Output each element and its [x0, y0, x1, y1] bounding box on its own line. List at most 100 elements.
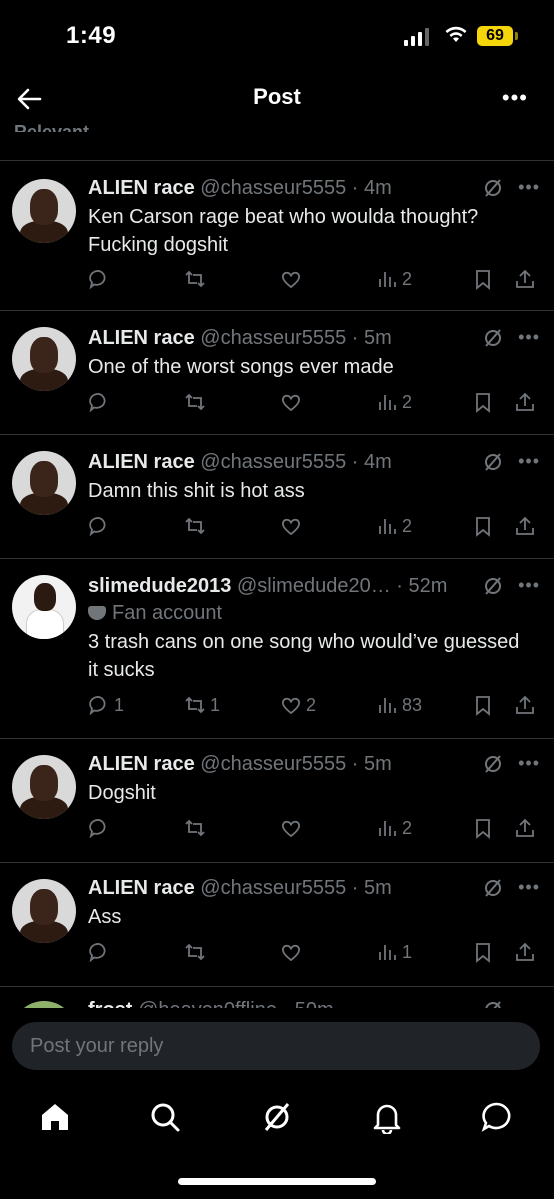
- views-button[interactable]: 2: [376, 817, 412, 839]
- reply-count: 1: [114, 694, 125, 715]
- home-icon[interactable]: [38, 1100, 72, 1134]
- repost-icon: [185, 696, 205, 714]
- author-handle-time[interactable]: @chasseur5555 · 5m: [200, 327, 392, 349]
- repost-button[interactable]: [184, 941, 210, 963]
- author-handle-time[interactable]: @slimedude20… · 52m: [237, 575, 447, 597]
- author-handle-time[interactable]: @chasseur5555 · 5m: [200, 753, 392, 775]
- share-button[interactable]: [514, 817, 536, 839]
- reply-button[interactable]: 1: [88, 694, 124, 716]
- like-button[interactable]: [280, 941, 306, 963]
- author-name[interactable]: ALIEN race: [88, 177, 195, 199]
- author-name[interactable]: ALIEN race: [88, 877, 195, 899]
- reply-button[interactable]: [88, 817, 114, 839]
- heart-icon: [282, 697, 300, 715]
- views-button[interactable]: 2: [376, 515, 412, 537]
- reply-tweet[interactable]: slimedude2013 @slimedude20… · 52m ••• Fa…: [0, 559, 554, 737]
- repost-button[interactable]: [184, 268, 210, 290]
- more-icon[interactable]: •••: [518, 753, 540, 774]
- views-button[interactable]: 1: [376, 941, 412, 963]
- more-icon[interactable]: •••: [518, 877, 540, 898]
- bookmark-button[interactable]: [472, 268, 494, 290]
- views-button[interactable]: 2: [376, 268, 412, 290]
- reply-tweet[interactable]: ALIEN race @chasseur5555 · 5m ••• One of…: [0, 311, 554, 433]
- sort-relevant-label[interactable]: Relevant: [14, 112, 89, 132]
- view-count: 2: [402, 515, 413, 536]
- notifications-bell-icon[interactable]: [370, 1100, 404, 1134]
- tweet-text: Dogshit: [88, 782, 156, 804]
- avatar[interactable]: [12, 879, 76, 943]
- repost-icon: [185, 943, 205, 961]
- author-handle-time[interactable]: @chasseur5555 · 4m: [200, 451, 392, 473]
- share-button[interactable]: [514, 268, 536, 290]
- grok-icon[interactable]: [482, 177, 504, 199]
- avatar[interactable]: [12, 755, 76, 819]
- more-icon[interactable]: •••: [518, 327, 540, 348]
- bookmark-button[interactable]: [472, 391, 494, 413]
- bookmark-icon: [476, 819, 490, 839]
- bookmark-button[interactable]: [472, 515, 494, 537]
- repost-button[interactable]: [184, 515, 210, 537]
- bookmark-icon: [476, 943, 490, 963]
- avatar[interactable]: [12, 451, 76, 515]
- like-button[interactable]: [280, 515, 306, 537]
- grok-icon[interactable]: [482, 327, 504, 349]
- grok-icon[interactable]: [482, 753, 504, 775]
- analytics-icon: [379, 272, 396, 287]
- grok-icon[interactable]: [482, 575, 504, 597]
- battery-indicator: 69: [477, 26, 513, 46]
- analytics-icon: [379, 395, 396, 410]
- author-handle-time[interactable]: @chasseur5555 · 4m: [200, 177, 392, 199]
- more-options-icon[interactable]: •••: [502, 85, 528, 111]
- avatar[interactable]: [12, 575, 76, 639]
- reply-button[interactable]: [88, 268, 114, 290]
- like-button[interactable]: 2: [280, 694, 316, 716]
- reply-tweet[interactable]: ALIEN race @chasseur5555 · 4m ••• Damn t…: [0, 435, 554, 557]
- grok-icon[interactable]: [482, 877, 504, 899]
- messages-icon[interactable]: [480, 1100, 514, 1134]
- share-button[interactable]: [514, 391, 536, 413]
- repost-button[interactable]: 1: [184, 694, 220, 716]
- reply-button[interactable]: [88, 941, 114, 963]
- author-name[interactable]: ALIEN race: [88, 451, 195, 473]
- author-name[interactable]: slimedude2013: [88, 575, 231, 597]
- more-icon[interactable]: •••: [518, 575, 540, 596]
- grok-icon[interactable]: [260, 1100, 294, 1134]
- more-icon[interactable]: •••: [518, 451, 540, 472]
- reply-tweet[interactable]: ALIEN race @chasseur5555 · 5m ••• Ass 1: [0, 863, 554, 985]
- like-button[interactable]: [280, 817, 306, 839]
- bookmark-button[interactable]: [472, 817, 494, 839]
- reply-button[interactable]: [88, 391, 114, 413]
- avatar[interactable]: [12, 327, 76, 391]
- views-button[interactable]: 83: [376, 694, 422, 716]
- reply-button[interactable]: [88, 515, 114, 537]
- like-button[interactable]: [280, 391, 306, 413]
- author-handle-time[interactable]: @chasseur5555 · 5m: [200, 877, 392, 899]
- share-button[interactable]: [514, 515, 536, 537]
- author-name[interactable]: ALIEN race: [88, 327, 195, 349]
- grok-icon[interactable]: [482, 451, 504, 473]
- bookmark-button[interactable]: [472, 694, 494, 716]
- view-count: 2: [402, 817, 413, 838]
- view-count: 1: [402, 941, 413, 962]
- like-button[interactable]: [280, 268, 306, 290]
- repost-icon: [185, 393, 205, 411]
- avatar[interactable]: [12, 179, 76, 243]
- heart-icon: [282, 394, 300, 412]
- repost-button[interactable]: [184, 391, 210, 413]
- repost-icon: [185, 517, 205, 535]
- repost-icon: [185, 270, 205, 288]
- share-button[interactable]: [514, 941, 536, 963]
- reply-tweet[interactable]: ALIEN race @chasseur5555 · 5m ••• Dogshi…: [0, 739, 554, 861]
- bookmark-button[interactable]: [472, 941, 494, 963]
- author-name[interactable]: ALIEN race: [88, 753, 195, 775]
- views-button[interactable]: 2: [376, 391, 412, 413]
- tweet-actions: 2: [88, 515, 554, 541]
- cellular-signal-icon: [404, 28, 429, 46]
- repost-button[interactable]: [184, 817, 210, 839]
- share-button[interactable]: [514, 694, 536, 716]
- reply-tweet[interactable]: ALIEN race @chasseur5555 · 4m ••• Ken Ca…: [0, 161, 554, 309]
- search-icon[interactable]: [148, 1100, 182, 1134]
- reply-icon: [89, 696, 106, 716]
- reply-input[interactable]: Post your reply: [12, 1022, 540, 1070]
- more-icon[interactable]: •••: [518, 177, 540, 198]
